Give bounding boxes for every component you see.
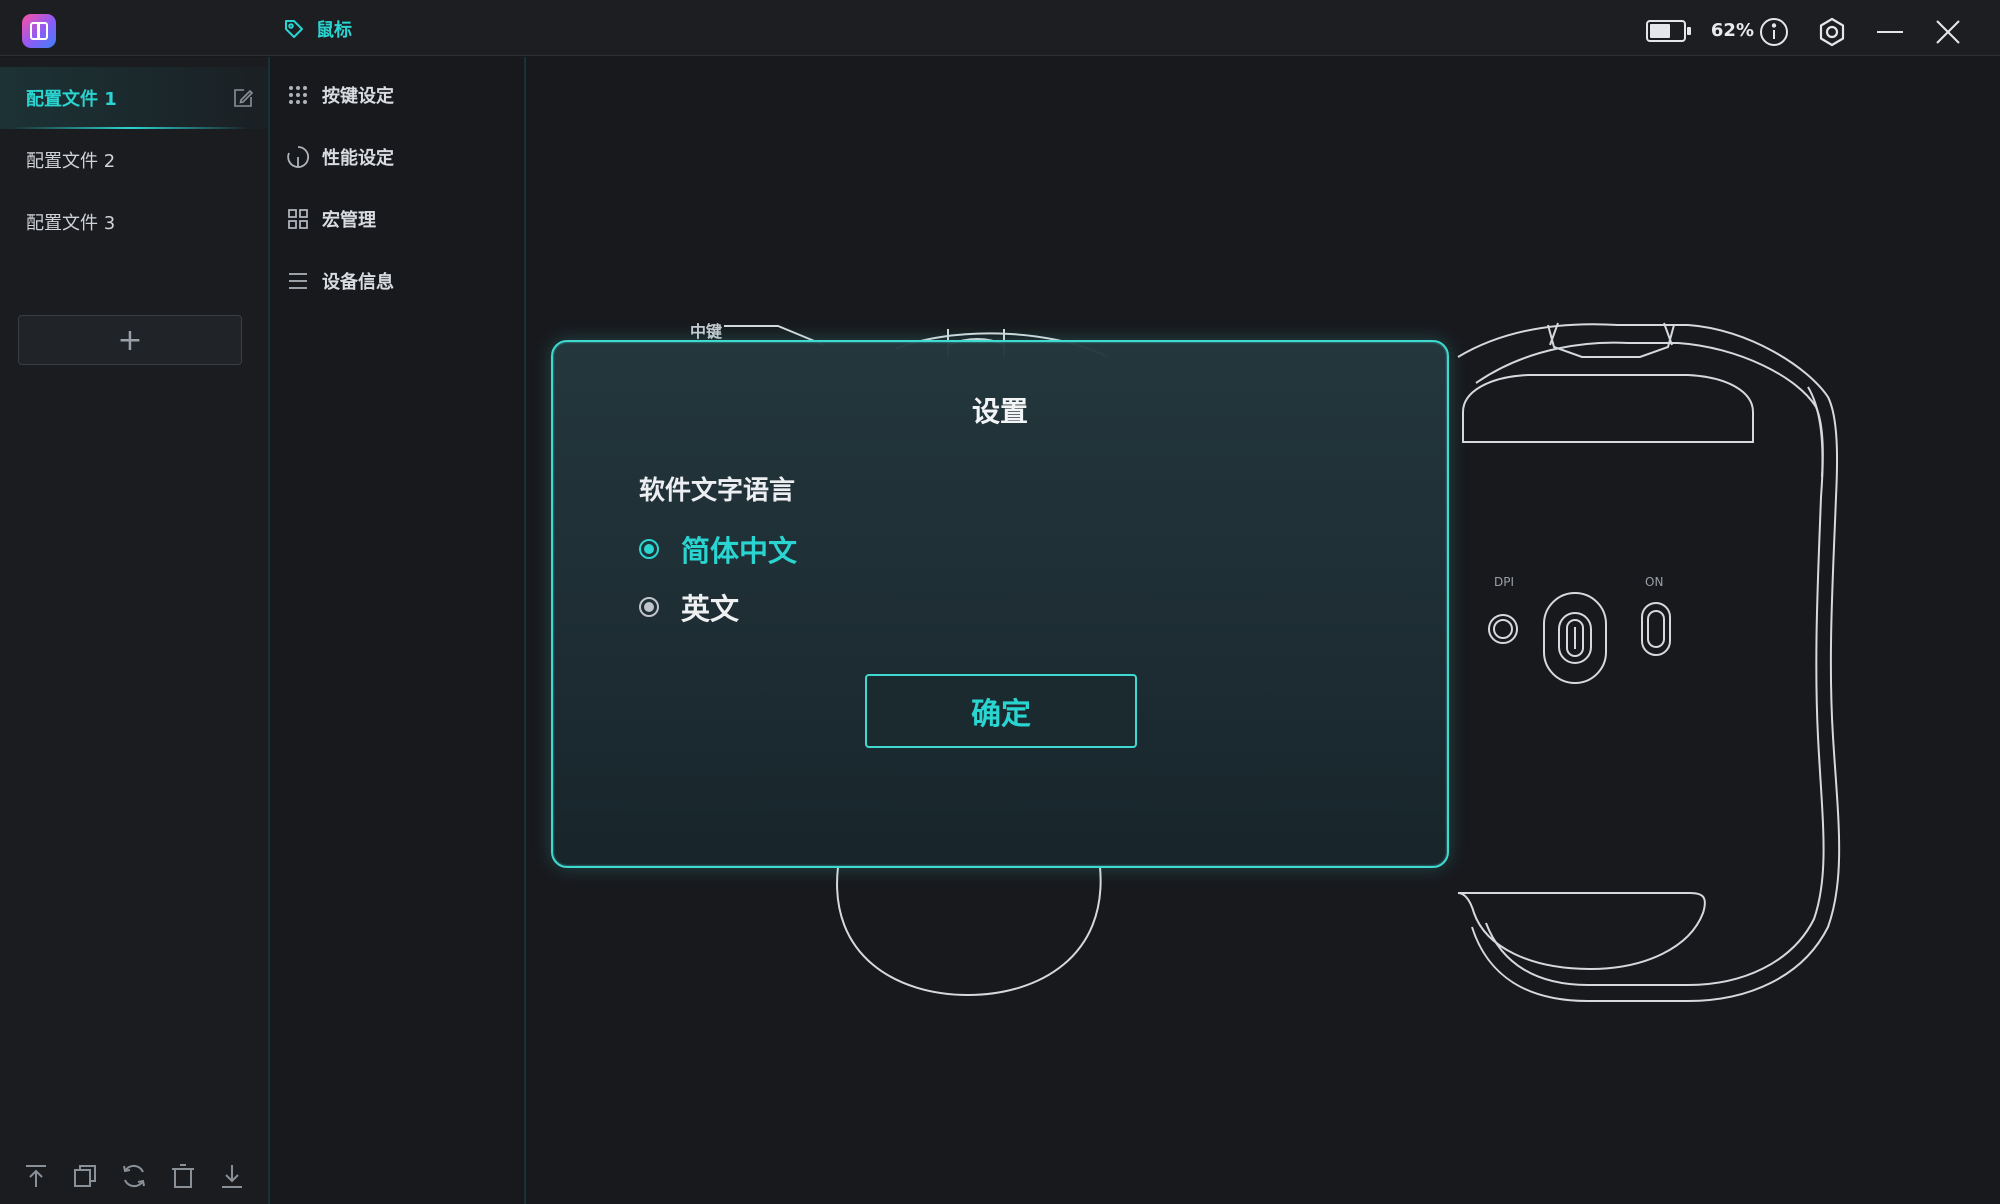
profile-toolbar: [0, 1148, 268, 1204]
language-option-label: 简体中文: [681, 534, 798, 568]
menu-item-device-info[interactable]: 设备信息: [286, 261, 394, 301]
menu-item-label: 设备信息: [322, 272, 394, 293]
dpi-label: DPI: [1494, 575, 1515, 589]
list-icon: [289, 273, 307, 289]
battery-percent: 62%: [1710, 20, 1754, 41]
dialog-title: 设置: [971, 395, 1028, 428]
minimize-icon[interactable]: [1872, 14, 1908, 50]
settings-icon[interactable]: [1814, 14, 1850, 50]
tab-mouse-label: 鼠标: [316, 20, 352, 41]
radio-button[interactable]: [639, 597, 659, 617]
mouse-tag-icon: [285, 20, 303, 38]
power-on-label: ON: [1645, 575, 1664, 589]
menu-item-label: 按键设定: [322, 86, 394, 107]
plus-icon: +: [117, 322, 143, 358]
language-option-label: 英文: [681, 592, 740, 626]
language-option-zh[interactable]: 简体中文: [639, 528, 797, 570]
language-section-label: 软件文字语言: [639, 476, 796, 506]
reset-icon[interactable]: [117, 1159, 151, 1193]
grid-dots-icon: [289, 86, 307, 104]
gauge-icon: [287, 146, 310, 168]
profile-item-2[interactable]: 配置文件 2: [0, 129, 268, 191]
info-icon[interactable]: [1756, 14, 1792, 50]
battery-fill: [1650, 24, 1670, 38]
confirm-button-label: 确定: [971, 697, 1031, 732]
app-window: 鼠标 62% 配置文件 1 配置文件 2 配置文件 3 + 按键设定 性能设定 …: [0, 0, 2000, 1204]
profile-sidebar: 配置文件 1 配置文件 2 配置文件 3 +: [0, 57, 270, 1204]
settings-dialog: 设置 软件文字语言 简体中文 英文 确定: [551, 340, 1449, 868]
squares-icon: [288, 209, 308, 229]
settings-menu: 按键设定 性能设定 宏管理 设备信息: [272, 57, 526, 1204]
confirm-button[interactable]: 确定: [865, 674, 1137, 748]
profile-item-3[interactable]: 配置文件 3: [0, 191, 268, 253]
edit-icon[interactable]: [232, 87, 254, 109]
close-icon[interactable]: [1930, 14, 1966, 50]
move-top-icon[interactable]: [19, 1159, 53, 1193]
add-profile-button[interactable]: +: [18, 315, 242, 365]
profile-label: 配置文件 3: [26, 213, 116, 234]
mouse-bottom-view: [1457, 322, 1841, 1002]
tab-mouse[interactable]: 鼠标: [282, 16, 352, 42]
profile-label: 配置文件 2: [26, 151, 116, 172]
app-logo-icon: [22, 14, 56, 48]
menu-item-performance[interactable]: 性能设定: [286, 137, 394, 177]
profile-item-1[interactable]: 配置文件 1: [0, 67, 268, 129]
menu-item-label: 性能设定: [322, 148, 394, 169]
radio-button[interactable]: [639, 539, 659, 559]
profile-label: 配置文件 1: [26, 89, 117, 110]
copy-icon[interactable]: [68, 1159, 102, 1193]
menu-item-label: 宏管理: [322, 210, 376, 231]
language-option-en[interactable]: 英文: [639, 586, 739, 628]
menu-item-key-settings[interactable]: 按键设定: [286, 75, 394, 115]
delete-icon[interactable]: [166, 1159, 200, 1193]
middle-button-label[interactable]: 中键: [690, 318, 722, 342]
menu-item-macro[interactable]: 宏管理: [286, 199, 376, 239]
title-bar: 鼠标 62%: [0, 0, 2000, 56]
download-icon[interactable]: [215, 1159, 249, 1193]
